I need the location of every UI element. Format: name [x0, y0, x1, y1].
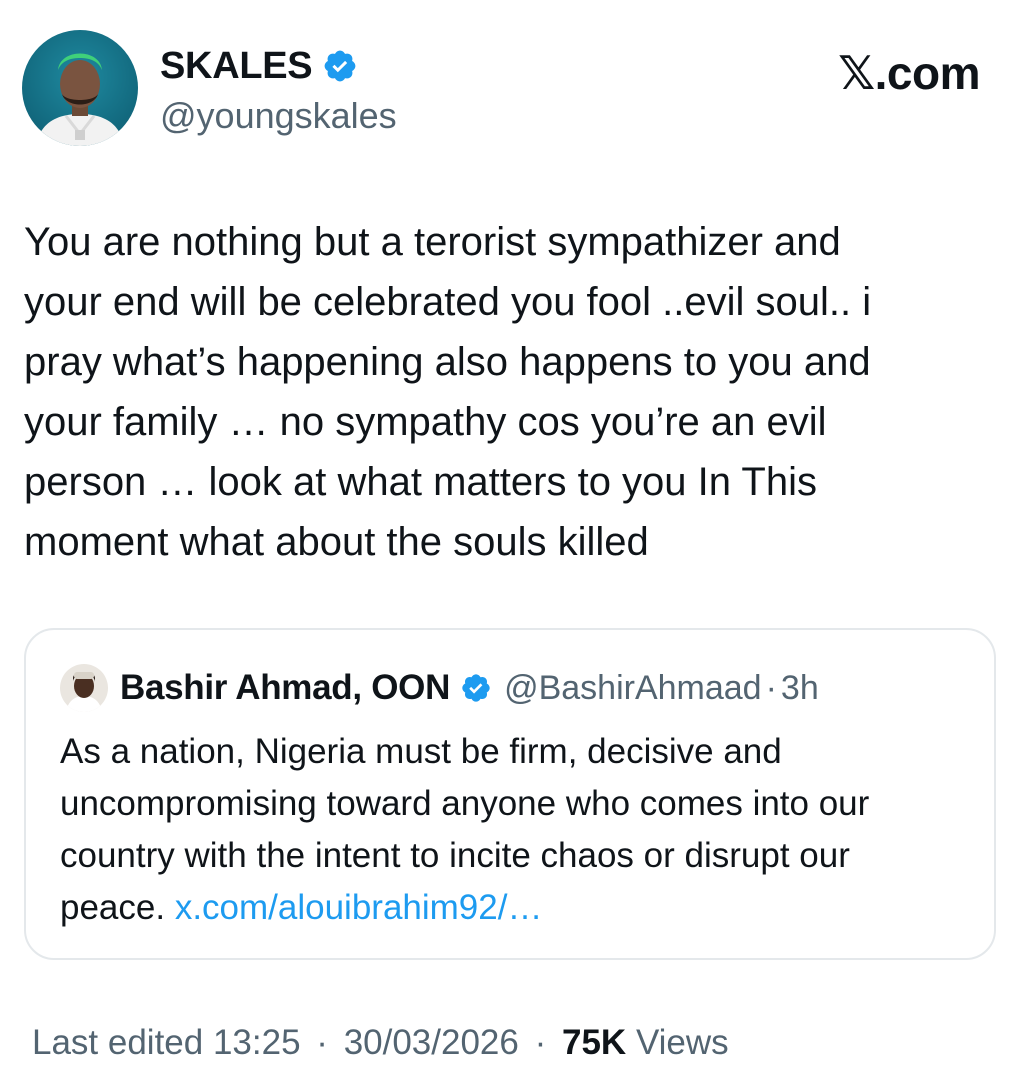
tweet-text: You are nothing but a terorist sympathiz…: [24, 220, 872, 564]
meta-separator: ·: [534, 1023, 547, 1062]
tweet-meta: Last edited 13:25 · 30/03/2026 · 75K Vie…: [32, 1018, 729, 1068]
author-handle[interactable]: @youngskales: [160, 94, 397, 138]
author-avatar[interactable]: [22, 30, 138, 146]
quoted-separator: ·: [765, 669, 777, 707]
site-watermark: 𝕏.com: [838, 47, 980, 99]
author-name[interactable]: SKALES: [160, 44, 313, 88]
quoted-author-avatar[interactable]: [60, 664, 108, 712]
quoted-tweet-link[interactable]: x.com/alouibrahim92/…: [175, 888, 543, 927]
quoted-author-handle[interactable]: @BashirAhmaad: [504, 666, 762, 710]
quoted-tweet-header: Bashir Ahmad, OON @BashirAhmaad · 3h: [60, 664, 819, 712]
views-count: 75K: [561, 1023, 627, 1062]
edited-label[interactable]: Last edited 13:25: [32, 1023, 301, 1062]
author-name-row: SKALES: [160, 44, 358, 88]
views-label: Views: [635, 1023, 729, 1062]
quoted-tweet-card[interactable]: Bashir Ahmad, OON @BashirAhmaad · 3h As …: [24, 628, 996, 960]
quoted-author-name[interactable]: Bashir Ahmad, OON: [120, 666, 450, 710]
quoted-verified-badge-icon: [460, 672, 492, 704]
tweet-date[interactable]: 30/03/2026: [344, 1023, 519, 1062]
quoted-timestamp[interactable]: 3h: [781, 666, 819, 710]
quoted-tweet-text: As a nation, Nigeria must be firm, decis…: [60, 726, 960, 934]
verified-badge-icon: [322, 48, 358, 84]
meta-separator: ·: [316, 1023, 328, 1062]
